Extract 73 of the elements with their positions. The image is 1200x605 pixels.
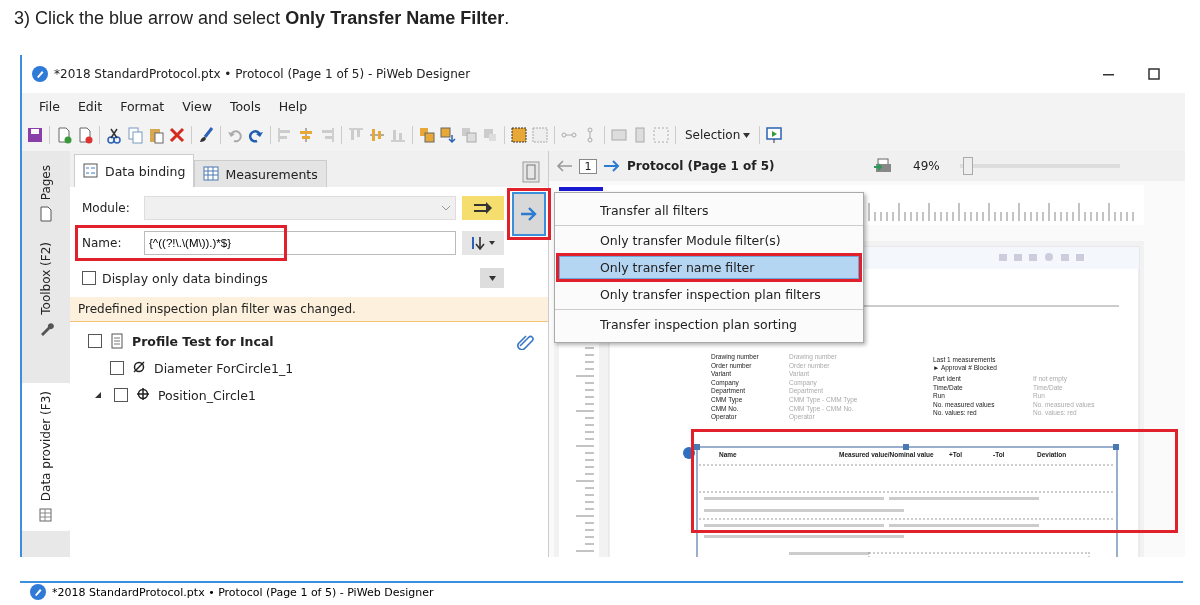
send-back-icon[interactable] (439, 126, 457, 144)
print-icon[interactable] (873, 157, 893, 175)
menu-item[interactable]: Format (111, 98, 174, 114)
menu-item[interactable]: Edit (68, 98, 112, 114)
group-icon[interactable] (510, 126, 528, 144)
size-icon[interactable] (610, 126, 628, 144)
menu-option[interactable]: Only transfer name filter (559, 256, 859, 279)
checkbox[interactable] (110, 361, 124, 375)
align-center-icon[interactable] (297, 126, 315, 144)
page-icon (38, 206, 54, 223)
page-number-field[interactable]: 1 (579, 158, 597, 174)
menu-item[interactable]: Tools (220, 98, 270, 114)
slider-thumb[interactable] (962, 157, 973, 175)
checkbox[interactable] (114, 388, 128, 402)
menu-option[interactable]: Transfer all filters (559, 199, 859, 222)
plan-icon (110, 333, 124, 349)
transfer-icon (472, 200, 494, 216)
sort-button[interactable] (462, 231, 504, 255)
app-icon (30, 584, 46, 600)
table-icon (203, 166, 220, 182)
align-middle-icon[interactable] (368, 126, 386, 144)
back-arrow-icon[interactable] (555, 159, 573, 173)
panel-tab[interactable]: Data binding (74, 154, 195, 187)
window-title: *2018 StandardProtocol.ptx • Protocol (Page 1 of 5) - PiWeb Designer (52, 585, 435, 599)
delete-icon[interactable] (168, 126, 186, 144)
highlight-frame (507, 188, 551, 240)
grid-icon (38, 507, 54, 524)
collapse-icon[interactable] (94, 391, 102, 399)
checkbox-label: Display only data bindings (102, 270, 268, 286)
paste-icon[interactable] (147, 126, 165, 144)
zoom-level: 49% (912, 159, 941, 173)
checkbox[interactable] (82, 271, 96, 285)
tree-item[interactable]: Profile Test for Incal (132, 333, 274, 349)
presentation-icon[interactable] (765, 126, 784, 144)
close-document-icon[interactable] (76, 126, 94, 144)
selection-dropdown[interactable]: Selection (681, 128, 755, 142)
new-icon[interactable] (55, 126, 73, 144)
brush-icon[interactable] (197, 126, 215, 144)
checkbox[interactable] (88, 334, 102, 348)
cut-icon[interactable] (105, 126, 123, 144)
paperclip-icon[interactable] (516, 332, 534, 350)
arrow-right-icon (519, 205, 539, 223)
page-title: Protocol (Page 1 of 5) (627, 159, 776, 173)
panel-icon[interactable] (522, 161, 540, 183)
field-label: Name: (82, 236, 123, 250)
menu-item[interactable]: View (173, 98, 221, 114)
instruction-text: 3) Click the blue arrow and select Only Transfer Name Filter. (13, 7, 511, 30)
menu-option[interactable]: Only transfer inspection plan filters (559, 283, 859, 306)
binding-icon (83, 163, 99, 179)
app-icon (32, 66, 48, 82)
chevron-icon (441, 205, 451, 211)
side-tab[interactable]: Data provider (F3) (22, 383, 70, 532)
tree-item[interactable]: Diameter ForCircle1_1 (154, 360, 294, 376)
menu-option[interactable]: Transfer inspection plan sorting (559, 313, 859, 336)
forward-arrow-icon[interactable] (603, 159, 621, 173)
bring-front-icon[interactable] (418, 126, 436, 144)
transfer-arrow-button[interactable] (512, 192, 546, 236)
position-icon (136, 387, 150, 403)
name-field[interactable]: {^((?!\.\(M\)).)*$} (144, 231, 456, 255)
panel-tab[interactable]: Measurements (194, 160, 327, 187)
menu-option[interactable]: Only transfer Module filter(s) (559, 229, 859, 252)
notice-text: Predefined inspection plan filter was changed. (70, 297, 548, 322)
menu-item[interactable]: File (30, 98, 69, 114)
window-title: *2018 StandardProtocol.ptx • Protocol (Page 1 of 5) - PiWeb Designer (54, 67, 472, 81)
field-label: Module: (82, 201, 131, 215)
sort-icon (470, 235, 496, 251)
tree-item[interactable]: Position_Circle1 (158, 387, 256, 403)
caret-icon (488, 275, 496, 281)
save-icon[interactable] (26, 126, 44, 144)
apply-filter-button[interactable] (462, 196, 504, 220)
menu-item[interactable]: Help (269, 98, 317, 114)
dropdown-button[interactable] (480, 268, 504, 288)
caret-icon (743, 132, 751, 138)
